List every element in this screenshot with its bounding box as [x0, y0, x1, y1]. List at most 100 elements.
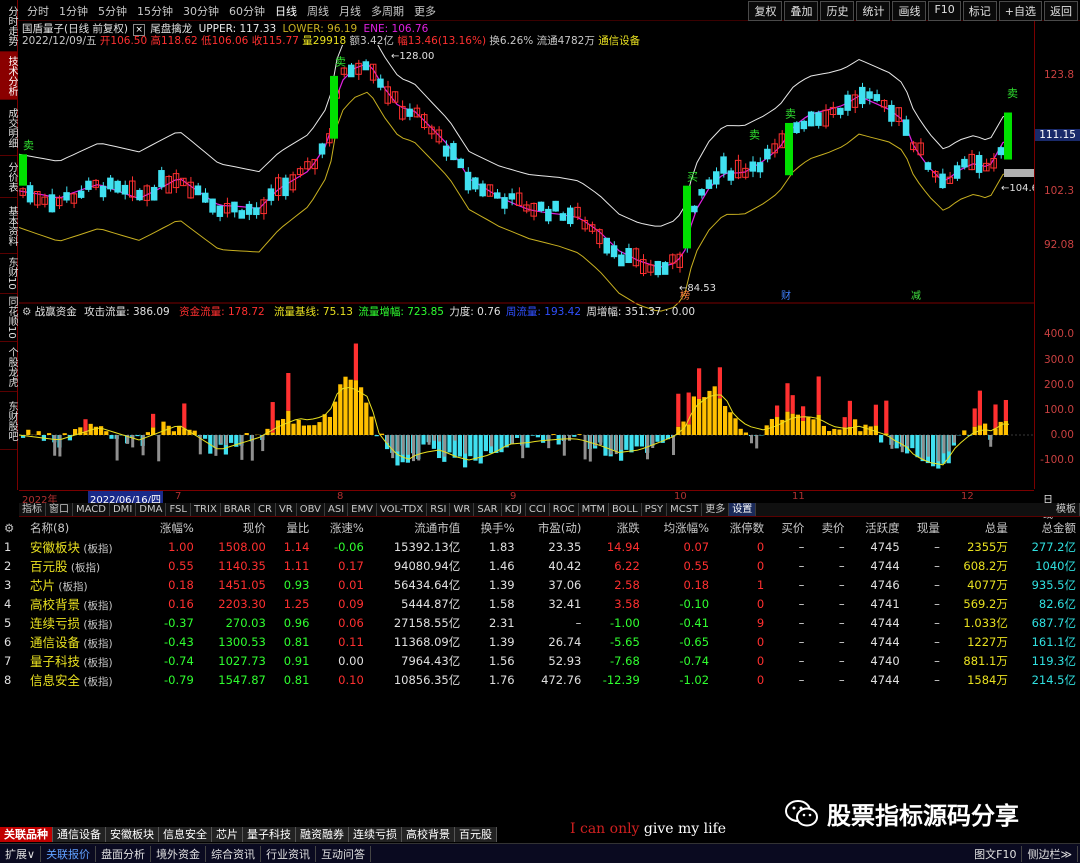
toolbar-button[interactable]: F10	[928, 1, 961, 21]
period-tab[interactable]: 5分钟	[93, 2, 132, 20]
table-row[interactable]: 7 量子科技 (板指) -0.74 1027.73 0.91 0.00 7964.43亿 1.…	[0, 651, 1080, 670]
indicator-tab[interactable]: 设置	[729, 503, 757, 516]
status-button[interactable]: 综合资讯	[206, 845, 262, 862]
status-right-button[interactable]: 侧边栏≫	[1022, 846, 1078, 862]
table-row[interactable]: 8 信息安全 (板指) -0.79 1547.87 0.81 0.10 10856.35亿 1…	[0, 670, 1080, 689]
sector-tab[interactable]: 融资融券	[296, 827, 349, 842]
toolbar-button[interactable]: 统计	[856, 1, 891, 21]
table-row[interactable]: 6 通信设备 (板指) -0.43 1300.53 0.81 0.11 11368.09亿 1…	[0, 632, 1080, 651]
period-tab[interactable]: 分时	[22, 2, 54, 20]
column-header[interactable]: 涨幅%	[143, 518, 197, 537]
column-header[interactable]: 现价	[198, 518, 270, 537]
column-header[interactable]: 总金额	[1012, 518, 1080, 537]
indicator-tab[interactable]: BOLL	[609, 503, 642, 516]
indicator-tab[interactable]: KDJ	[502, 503, 526, 516]
indicator-tab[interactable]: PSY	[642, 503, 668, 516]
indicator-tab[interactable]: MTM	[579, 503, 609, 516]
settings-icon[interactable]: ⚙	[22, 306, 31, 318]
sector-name[interactable]: 量子科技	[30, 654, 80, 669]
indicator-tab[interactable]: 窗口	[46, 503, 73, 516]
sector-tab[interactable]: 通信设备	[53, 827, 106, 842]
status-button[interactable]: 盘面分析	[96, 845, 152, 862]
indicator-tab[interactable]: DMA	[136, 503, 167, 516]
left-tab[interactable]: 分价表	[0, 156, 17, 198]
table-row[interactable]: 2 百元股 (板指) 0.55 1140.35 1.11 0.17 94080.94亿 1.4…	[0, 556, 1080, 575]
column-header[interactable]: 涨跌	[585, 518, 643, 537]
table-row[interactable]: 4 高校背景 (板指) 0.16 2203.30 1.25 0.09 5444.87亿 1.5…	[0, 594, 1080, 613]
indicator-tab[interactable]: OBV	[297, 503, 325, 516]
left-tab[interactable]: 同花顺10	[0, 294, 17, 342]
kline-chart[interactable]: 卖卖买卖卖卖←128.00←84.53←104.63榜财减	[19, 45, 1034, 490]
column-header[interactable]: 流通市值	[368, 518, 464, 537]
settings-icon[interactable]: ⚙	[4, 521, 14, 535]
period-tab[interactable]: 日线	[270, 2, 302, 20]
indicator-tab[interactable]: CCI	[526, 503, 550, 516]
sector-tab[interactable]: 芯片	[212, 827, 243, 842]
indicator-tab[interactable]: RSI	[427, 503, 451, 516]
sector-tab[interactable]: 百元股	[455, 827, 497, 842]
toolbar-button[interactable]: 叠加	[784, 1, 819, 21]
indicator-tab[interactable]: VOL-TDX	[377, 503, 428, 516]
sector-tab[interactable]: 安徽板块	[106, 827, 159, 842]
status-button[interactable]: 境外资金	[151, 845, 207, 862]
sector-tab[interactable]: 信息安全	[159, 827, 212, 842]
sector-name[interactable]: 安徽板块	[30, 540, 80, 555]
sector-name[interactable]: 通信设备	[30, 635, 80, 650]
table-row[interactable]: 5 连续亏损 (板指) -0.37 270.03 0.96 0.06 27158.55亿 2.…	[0, 613, 1080, 632]
indicator-tab[interactable]: ROC	[550, 503, 579, 516]
period-tab[interactable]: 更多	[409, 2, 441, 20]
indicator-tab[interactable]: VR	[276, 503, 297, 516]
status-button[interactable]: 关联报价	[41, 845, 97, 862]
table-row[interactable]: 3 芯片 (板指) 0.18 1451.05 0.93 0.01 56434.64亿 1.39…	[0, 575, 1080, 594]
indicator-tab[interactable]: WR	[450, 503, 475, 516]
column-header[interactable]: 均涨幅%	[644, 518, 713, 537]
period-tab[interactable]: 60分钟	[224, 2, 270, 20]
indicator-tab[interactable]: MACD	[73, 503, 110, 516]
period-tab[interactable]: 多周期	[366, 2, 409, 20]
toolbar-button[interactable]: 画线	[892, 1, 927, 21]
column-header[interactable]: 活跃度	[849, 518, 904, 537]
left-tab[interactable]: 技术分析	[0, 52, 17, 100]
indicator-tab[interactable]: 指标	[19, 503, 46, 516]
column-header[interactable]: 量比	[270, 518, 314, 537]
sector-name[interactable]: 信息安全	[30, 673, 80, 688]
column-header[interactable]: 买价	[768, 518, 808, 537]
left-tab[interactable]: 东财10	[0, 254, 17, 294]
status-right-button[interactable]: 图文F10	[969, 846, 1023, 862]
indicator-tab[interactable]: BRAR	[221, 503, 255, 516]
status-button[interactable]: 行业资讯	[261, 845, 317, 862]
indicator-tab[interactable]: SAR	[474, 503, 502, 516]
indicator-tab[interactable]: CR	[255, 503, 276, 516]
sector-tab[interactable]: 连续亏损	[349, 827, 402, 842]
period-tab[interactable]: 周线	[302, 2, 334, 20]
toolbar-button[interactable]: 历史	[820, 1, 855, 21]
left-tab[interactable]: 个股龙虎	[0, 342, 17, 392]
column-header[interactable]: 涨停数	[713, 518, 768, 537]
period-tab[interactable]: 1分钟	[54, 2, 93, 20]
status-button[interactable]: 互动问答	[316, 845, 372, 862]
indicator-tab[interactable]: DMI	[110, 503, 137, 516]
sector-tab[interactable]: 量子科技	[243, 827, 296, 842]
column-header[interactable]: 名称(8)	[26, 518, 143, 537]
column-header[interactable]: 市盈(动)	[519, 518, 586, 537]
left-tab[interactable]: 分时走势	[0, 0, 17, 52]
sector-name[interactable]: 高校背景	[30, 597, 80, 612]
left-tab[interactable]: 基本资料	[0, 198, 17, 254]
indicator-tab[interactable]: EMV	[348, 503, 377, 516]
period-tab[interactable]: 30分钟	[178, 2, 224, 20]
period-tab[interactable]: 15分钟	[132, 2, 178, 20]
indicator-tab[interactable]: MCST	[667, 503, 703, 516]
indicator-tab[interactable]: TRIX	[191, 503, 221, 516]
sector-tab[interactable]: 高校背景	[402, 827, 455, 842]
column-header[interactable]: 现量	[904, 518, 944, 537]
sector-tab[interactable]: 关联品种	[0, 827, 53, 842]
table-row[interactable]: 1 安徽板块 (板指) 1.00 1508.00 1.14 -0.06 15392.13亿 1…	[0, 537, 1080, 556]
toolbar-button[interactable]: 复权	[748, 1, 783, 21]
toolbar-button[interactable]: +自选	[998, 1, 1042, 21]
column-header[interactable]: ⚙	[0, 518, 26, 537]
status-button[interactable]: 扩展∨	[0, 845, 42, 862]
column-header[interactable]: 换手%	[464, 518, 518, 537]
left-tab[interactable]: 成交明细	[0, 100, 17, 156]
column-header[interactable]: 卖价	[808, 518, 848, 537]
column-header[interactable]: 涨速%	[313, 518, 367, 537]
